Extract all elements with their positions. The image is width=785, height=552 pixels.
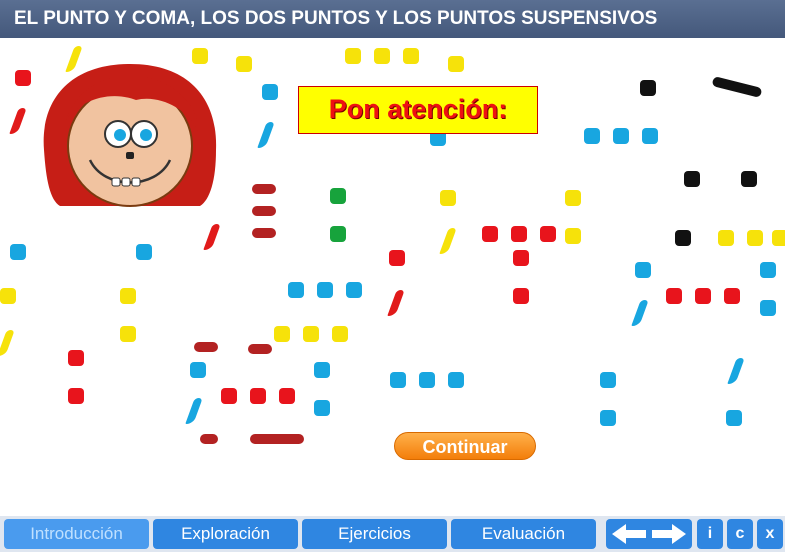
decor-dot bbox=[314, 362, 330, 378]
decor-dot bbox=[741, 171, 757, 187]
decor-dot bbox=[389, 250, 405, 266]
decor-comma bbox=[203, 224, 221, 250]
decor-comma bbox=[257, 122, 275, 148]
decor-comma bbox=[387, 290, 405, 316]
continue-button[interactable]: Continuar bbox=[394, 432, 536, 460]
decor-dot bbox=[250, 388, 266, 404]
decor-dot bbox=[565, 228, 581, 244]
decor-dot bbox=[482, 226, 498, 242]
decor-dash bbox=[252, 228, 276, 238]
decor-dot bbox=[314, 400, 330, 416]
tab-ejercicios[interactable]: Ejercicios bbox=[302, 519, 447, 549]
decor-dot bbox=[68, 350, 84, 366]
decor-dot bbox=[772, 230, 785, 246]
decor-dot bbox=[221, 388, 237, 404]
decor-dot bbox=[345, 48, 361, 64]
decor-dot bbox=[675, 230, 691, 246]
decor-dot bbox=[540, 226, 556, 242]
arrow-right-icon[interactable] bbox=[650, 523, 688, 545]
decor-dot bbox=[584, 128, 600, 144]
decor-dot bbox=[330, 188, 346, 204]
decor-dot bbox=[448, 372, 464, 388]
decor-dot bbox=[136, 244, 152, 260]
credits-button[interactable]: c bbox=[727, 519, 753, 549]
decor-dot bbox=[303, 326, 319, 342]
arrow-left-icon[interactable] bbox=[610, 523, 648, 545]
decor-dot bbox=[642, 128, 658, 144]
decor-dash bbox=[252, 206, 276, 216]
decor-dot bbox=[513, 288, 529, 304]
decor-comma bbox=[0, 330, 15, 356]
decor-dot bbox=[0, 288, 16, 304]
decor-dash bbox=[248, 344, 272, 354]
decor-dot bbox=[120, 326, 136, 342]
prev-next-arrows[interactable] bbox=[606, 519, 692, 549]
decor-dash bbox=[200, 434, 218, 444]
decor-dot bbox=[666, 288, 682, 304]
decor-dot bbox=[120, 288, 136, 304]
decor-dot bbox=[635, 262, 651, 278]
decor-dot bbox=[513, 250, 529, 266]
decor-dot bbox=[565, 190, 581, 206]
decor-dot bbox=[613, 128, 629, 144]
decor-dash bbox=[252, 184, 276, 194]
decor-dot bbox=[374, 48, 390, 64]
decor-dot bbox=[684, 171, 700, 187]
decor-comma bbox=[727, 358, 745, 384]
decor-dot bbox=[403, 48, 419, 64]
girl-face-illustration bbox=[43, 64, 217, 207]
decor-dot bbox=[10, 244, 26, 260]
decor-dot bbox=[317, 282, 333, 298]
decor-dot bbox=[190, 362, 206, 378]
decor-comma bbox=[631, 300, 649, 326]
decor-dot bbox=[448, 56, 464, 72]
decor-mark bbox=[711, 76, 763, 98]
decor-dot bbox=[600, 410, 616, 426]
decor-dot bbox=[747, 230, 763, 246]
attention-callout: Pon atención: bbox=[298, 86, 538, 134]
decor-dot bbox=[346, 282, 362, 298]
decor-dot bbox=[640, 80, 656, 96]
decor-dot bbox=[718, 230, 734, 246]
decor-dot bbox=[440, 190, 456, 206]
decor-dot bbox=[726, 410, 742, 426]
decor-dot bbox=[724, 288, 740, 304]
decor-dot bbox=[15, 70, 31, 86]
decor-dot bbox=[274, 326, 290, 342]
decor-dot bbox=[262, 84, 278, 100]
decor-dot bbox=[332, 326, 348, 342]
decor-comma bbox=[439, 228, 457, 254]
decor-dot bbox=[695, 288, 711, 304]
decor-dot bbox=[330, 226, 346, 242]
decor-dot bbox=[279, 388, 295, 404]
decor-dot bbox=[390, 372, 406, 388]
decor-comma bbox=[185, 398, 203, 424]
tab-evaluacion[interactable]: Evaluación bbox=[451, 519, 596, 549]
bottom-navigation: Introducción Exploración Ejercicios Eval… bbox=[0, 516, 785, 552]
content-stage: Pon atención: Continuar bbox=[0, 38, 785, 516]
close-button[interactable]: x bbox=[757, 519, 783, 549]
page-title: EL PUNTO Y COMA, LOS DOS PUNTOS Y LOS PU… bbox=[0, 0, 785, 38]
decor-dot bbox=[760, 300, 776, 316]
decor-dot bbox=[600, 372, 616, 388]
tab-introduccion[interactable]: Introducción bbox=[4, 519, 149, 549]
decor-dot bbox=[68, 388, 84, 404]
decor-dot bbox=[511, 226, 527, 242]
decor-comma bbox=[9, 108, 27, 134]
decor-dot bbox=[419, 372, 435, 388]
decor-dot bbox=[760, 262, 776, 278]
decor-dash bbox=[250, 434, 304, 444]
tab-exploracion[interactable]: Exploración bbox=[153, 519, 298, 549]
info-button[interactable]: i bbox=[697, 519, 723, 549]
decor-dot bbox=[288, 282, 304, 298]
decor-dot bbox=[236, 56, 252, 72]
decor-dash bbox=[194, 342, 218, 352]
